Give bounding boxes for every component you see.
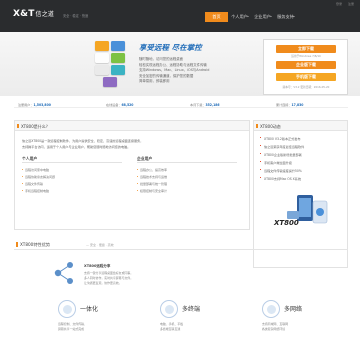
intro-card: XT800是什么？ 信之道XT800是一款远程控制软件，为用户提供安全、稳定、高…: [14, 120, 250, 230]
nav-home[interactable]: 首页: [205, 12, 228, 22]
stat-label: 本月下载: [190, 103, 203, 107]
feature-desc: 支持局域网、互联网: [262, 322, 289, 326]
tile-blue-icon: [111, 41, 125, 51]
monitor-icon: [58, 300, 76, 318]
feature-desc: 多终端互联互通: [160, 327, 181, 331]
stats-strip: 注册用户：1,503,800 在线设备：68,520 本月下载：352,186 …: [14, 100, 348, 108]
download-panel: 立即下载 适用于Windows 7/8/10 企业版下载 手机版下载 版本号：V…: [263, 39, 348, 95]
app-tiles-illustration: [95, 41, 133, 89]
top-bar: X&T信之道 安全 · 稳定 · 快速 首页 个人用户 企业用户 服务支持 登录…: [0, 0, 360, 32]
news-item[interactable]: XT800支持Mac OS X系统: [260, 176, 301, 181]
personal-item[interactable]: 远程文件传输: [22, 182, 43, 186]
download-button[interactable]: 立即下载: [276, 45, 336, 53]
monitor-icon-inner: [63, 305, 72, 314]
enterprise-item[interactable]: 远程技术支持与运维: [137, 175, 167, 179]
enterprise-item[interactable]: 权限控制与安全审计: [137, 189, 167, 193]
devices-icon-inner: [165, 305, 174, 314]
network-icon-inner: [267, 305, 276, 314]
personal-item[interactable]: 远程访问家中电脑: [22, 168, 49, 172]
feature-name: 一体化: [80, 306, 99, 313]
share-text: 让沟通更直观，协作更高效。: [84, 281, 122, 285]
feature-multi-network: 多网络 支持局域网、互联网 各类复杂网络环境: [262, 300, 348, 350]
tile-green-icon: [111, 53, 125, 63]
enterprise-item[interactable]: 远程办公，提高效率: [137, 168, 167, 172]
intro-text: 支持跨平台访问，适用于个人用户与企业用户，帮助您随时随地访问您的电脑。: [22, 145, 131, 149]
news-item[interactable]: 手机客户端全面升级: [260, 160, 292, 165]
tagline: 安全 · 稳定 · 快速: [63, 14, 89, 18]
tile-white-icon: [95, 53, 109, 63]
feature-name: 多网络: [284, 306, 303, 313]
logo-text: X&T: [13, 9, 35, 19]
tile-purple-icon: [103, 77, 117, 87]
register-link[interactable]: 注册: [348, 2, 354, 6]
feature-desc: 屏幕共享一站式完成: [58, 327, 85, 331]
feature-desc: 远程控制、文件传输、: [58, 322, 87, 326]
news-item[interactable]: XT800 V3.2版本正式发布: [260, 136, 300, 141]
hero-line: 简单易用，即装即用: [139, 79, 170, 84]
main-nav: 首页 个人用户 企业用户 服务支持: [205, 12, 297, 22]
features-title: XT800特性优势: [15, 242, 51, 247]
news-item[interactable]: 远程文件传输速度提升50%: [260, 168, 302, 173]
feature-name: 多终端: [182, 306, 201, 313]
nav-enterprise[interactable]: 企业用户: [251, 12, 274, 22]
hero-description: 随时随地，访问您的远程桌面 轻松实现远程办公、远程协助与远程文件传输 支持Win…: [139, 57, 257, 85]
stat-connections: 累计连接：17,830: [276, 103, 304, 107]
news-card-header: XT800动态: [254, 121, 347, 131]
enterprise-download-button[interactable]: 企业版下载: [276, 61, 336, 69]
devices-icon: [160, 300, 178, 318]
intro-text: 信之道XT800是一款远程控制软件，为用户提供安全、稳定、高速的远程桌面连接服务…: [22, 139, 144, 143]
stat-downloads: 本月下载：352,186: [190, 103, 220, 107]
nav-personal[interactable]: 个人用户: [228, 12, 251, 22]
features-header: XT800特性优势 — 安全 · 便捷 · 高效: [14, 240, 348, 250]
stat-online: 在线设备：68,520: [106, 103, 134, 107]
feature-integrated: 一体化 远程控制、文件传输、 屏幕共享一站式完成: [58, 300, 148, 350]
tile-teal-icon: [111, 65, 125, 75]
tile-grey-icon: [95, 65, 109, 75]
stat-users: 注册用户：1,503,800: [18, 103, 51, 107]
stat-label: 注册用户: [18, 103, 31, 107]
share-text: 支持一键分享远程桌面给好友或同事，: [84, 271, 134, 275]
personal-divider: [22, 162, 122, 163]
intro-title: XT800是什么？: [17, 124, 50, 129]
network-icon: [262, 300, 280, 318]
stat-value: 352,186: [205, 103, 220, 107]
download-note: 适用于Windows 7/8/10: [291, 54, 321, 58]
nav-support[interactable]: 服务支持: [274, 12, 297, 22]
personal-item[interactable]: 远程协助亲友解决问题: [22, 175, 55, 179]
personal-item[interactable]: 手机远程控制电脑: [22, 189, 49, 193]
tile-orange-icon: [95, 41, 109, 51]
product-label: XT800: [274, 219, 299, 227]
stat-value: 17,830: [291, 103, 304, 107]
stat-value: 68,520: [121, 103, 134, 107]
intro-card-header: XT800是什么？: [15, 121, 249, 131]
share-title: XT800远程分享: [84, 264, 111, 268]
news-item[interactable]: XT800企业版新增批量部署: [260, 152, 302, 157]
feature-desc: 各类复杂网络环境: [262, 327, 286, 331]
share-text: 多人同时协作，实时共享屏幕与文件，: [84, 276, 134, 280]
news-title: XT800动态: [256, 124, 281, 129]
feature-desc: 电脑、手机、平板: [160, 322, 184, 326]
share-network-icon: [54, 262, 73, 284]
enterprise-item[interactable]: 批量部署与统一管理: [137, 182, 167, 186]
login-link[interactable]: 登录: [336, 2, 342, 6]
stat-label: 累计连接: [276, 103, 289, 107]
logo-suffix: 信之道: [35, 11, 55, 18]
hero-headline: 享受远程 尽在掌控: [139, 43, 202, 52]
account-links: 登录 注册: [336, 2, 354, 6]
stat-value: 1,503,800: [33, 103, 51, 107]
devices-graphic: [287, 195, 328, 224]
feature-multi-device: 多终端 电脑、手机、平板 多终端互联互通: [160, 300, 250, 350]
xt800-devices-illustration: XT800: [269, 191, 334, 235]
logo[interactable]: X&T信之道: [13, 9, 54, 19]
mobile-download-button[interactable]: 手机版下载: [276, 73, 336, 81]
enterprise-divider: [137, 162, 237, 163]
version-note: 版本号：V3.2 更新日期：2016-05-20: [282, 85, 330, 89]
news-item[interactable]: 信之道荣获年度最佳远程软件: [260, 144, 304, 149]
features-subtitle: — 安全 · 便捷 · 高效: [86, 243, 114, 247]
stat-label: 在线设备: [106, 103, 119, 107]
